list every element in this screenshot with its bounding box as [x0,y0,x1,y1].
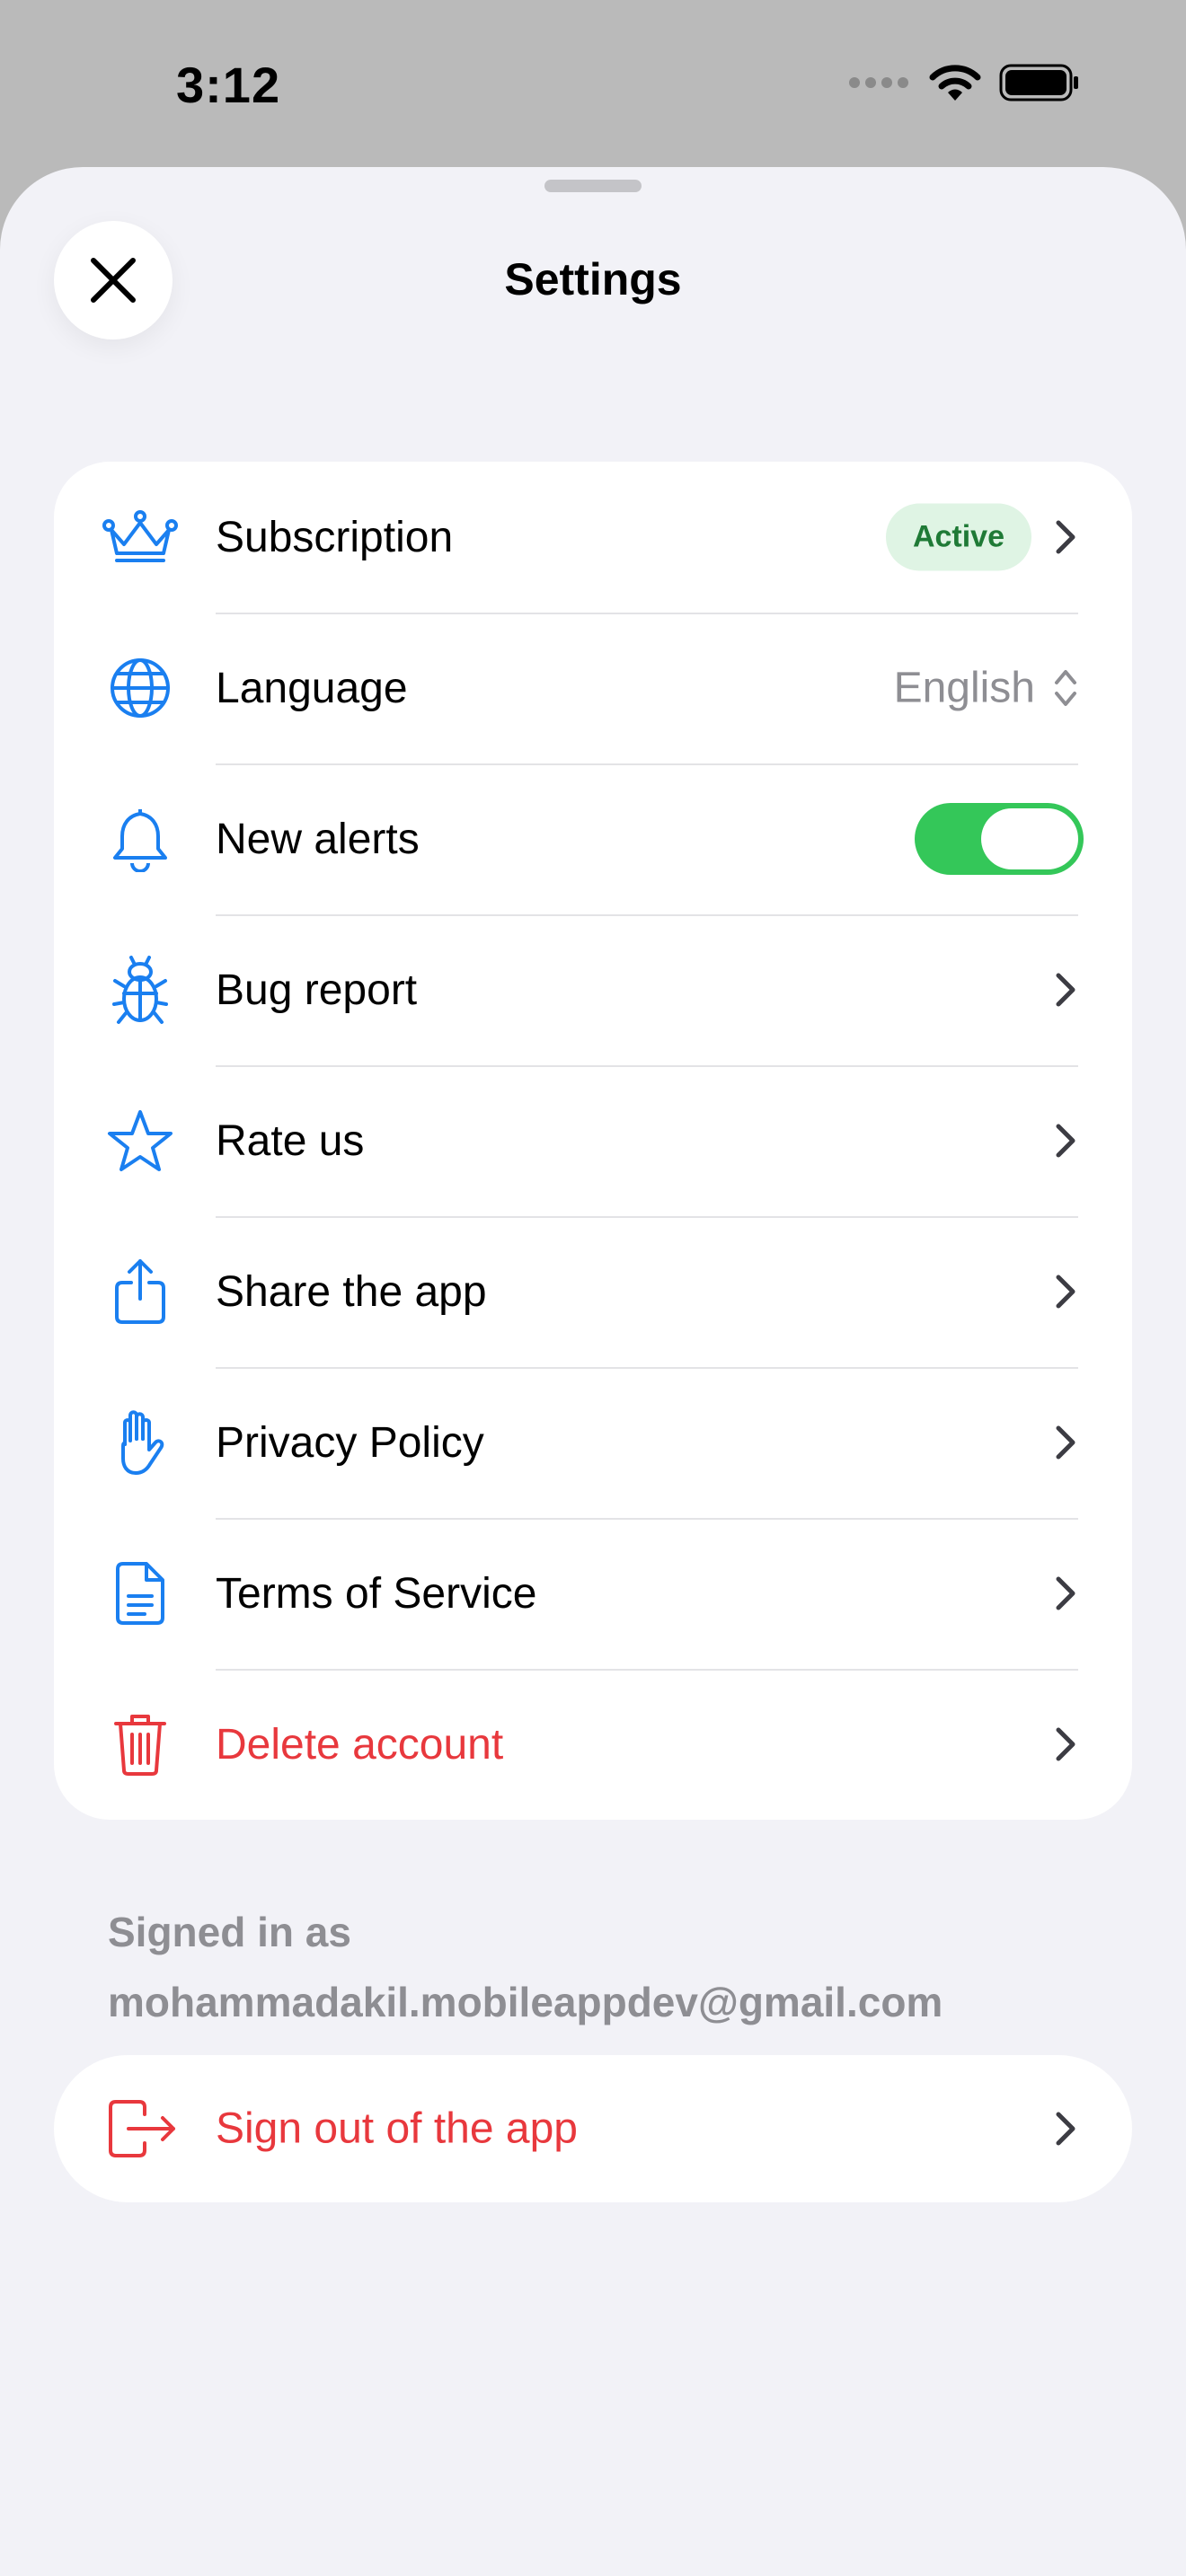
alerts-toggle[interactable] [915,803,1084,875]
sign-out-label: Sign out of the app [216,2104,578,2153]
sheet-grabber[interactable] [544,180,642,192]
row-label: Share the app [216,1267,487,1316]
hand-icon [101,1403,180,1482]
sign-out-button[interactable]: Sign out of the app [54,2055,1132,2202]
row-label: Language [216,664,408,712]
row-label: Terms of Service [216,1569,537,1618]
settings-row-terms[interactable]: Terms of Service [54,1518,1132,1669]
chevron-right-icon [1056,1576,1075,1610]
chevron-right-icon [1056,973,1075,1007]
bell-icon [101,799,180,878]
status-badge: Active [885,503,1031,571]
document-icon [101,1554,180,1633]
star-icon [101,1101,180,1180]
language-value[interactable]: English [894,664,1035,713]
settings-row-subscription[interactable]: Subscription Active [54,462,1132,613]
row-label: Bug report [216,966,418,1014]
status-bar: 3:12 [0,0,1186,171]
chevron-right-icon [1056,1727,1075,1761]
account-email: mohammadakil.mobileappdev@gmail.com [108,1979,943,2025]
page-title: Settings [504,254,682,304]
chevron-right-icon [1056,1275,1075,1309]
status-icons [848,63,1080,102]
chevron-right-icon [1056,1425,1075,1460]
signed-in-label: Signed in as [108,1909,351,1955]
settings-list: Subscription Active Language English New… [54,462,1132,1820]
settings-row-bug-report[interactable]: Bug report [54,914,1132,1065]
wifi-icon [929,65,981,101]
trash-icon [101,1705,180,1784]
row-label: Subscription [216,513,454,561]
ladybug-icon [101,950,180,1029]
settings-row-share-app[interactable]: Share the app [54,1216,1132,1367]
row-label: New alerts [216,815,420,863]
share-icon [101,1252,180,1331]
globe-icon [101,648,180,728]
chevron-right-icon [1056,520,1075,554]
sign-out-icon [102,2089,181,2168]
settings-row-language[interactable]: Language English [54,613,1132,763]
signed-in-info: Signed in as mohammadakil.mobileappdev@g… [108,1897,1114,2037]
settings-sheet: Settings Subscription Active Language En… [0,167,1186,2576]
settings-row-rate-us[interactable]: Rate us [54,1065,1132,1216]
chevron-right-icon [1056,2112,1075,2146]
chevron-up-down-icon [1055,670,1076,706]
settings-row-new-alerts: New alerts [54,763,1132,914]
toggle-knob [981,808,1078,869]
crown-icon [101,498,180,577]
chevron-right-icon [1056,1124,1075,1158]
signal-dots-icon [849,77,908,88]
settings-row-delete-account[interactable]: Delete account [54,1669,1132,1820]
settings-row-privacy-policy[interactable]: Privacy Policy [54,1367,1132,1518]
row-label: Rate us [216,1116,365,1165]
row-label: Delete account [216,1720,504,1769]
status-time: 3:12 [176,57,281,113]
battery-icon [999,64,1078,101]
row-label: Privacy Policy [216,1418,484,1467]
